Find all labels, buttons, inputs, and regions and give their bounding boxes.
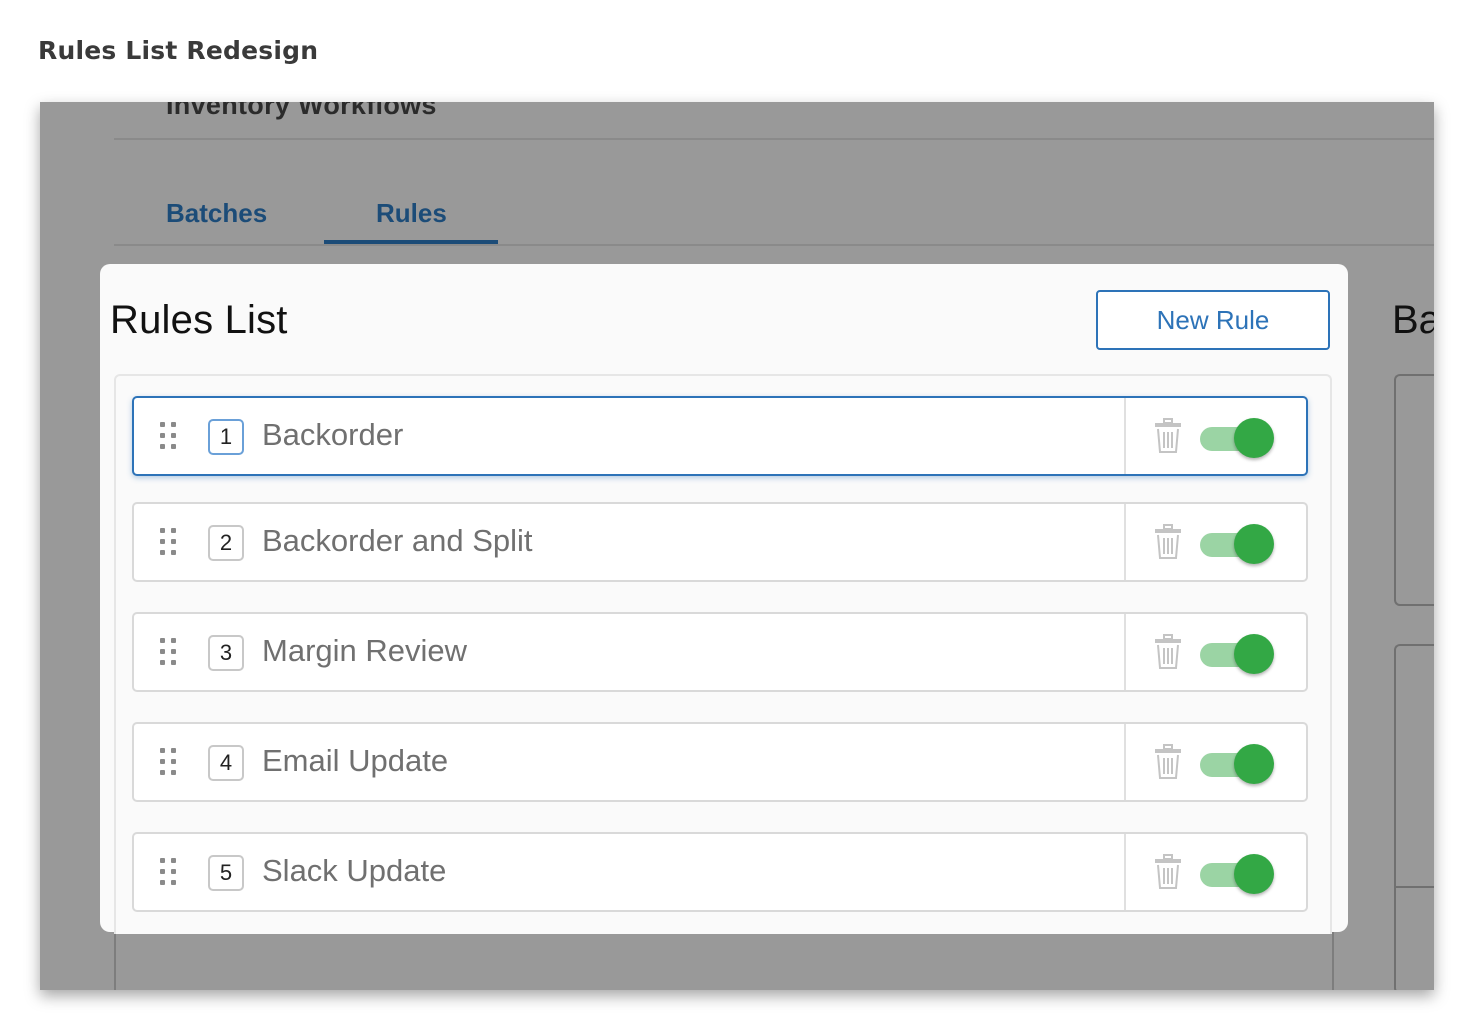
rule-number-badge: 5 — [208, 855, 244, 891]
trash-icon[interactable] — [1154, 854, 1182, 890]
drag-handle-icon[interactable] — [160, 528, 182, 558]
rule-number-badge: 3 — [208, 635, 244, 671]
rules-list-panel: Rules List New Rule 1 Backorder 2 Backor… — [100, 264, 1348, 934]
rule-row[interactable]: 3 Margin Review — [132, 612, 1308, 692]
toggle-knob — [1234, 634, 1274, 674]
rule-number-badge: 2 — [208, 525, 244, 561]
rule-enabled-toggle[interactable] — [1198, 742, 1276, 784]
right-panel-divider — [1396, 886, 1434, 888]
right-panel-card — [1394, 644, 1434, 990]
underlay-border — [1332, 930, 1334, 990]
rule-number-badge: 1 — [208, 419, 244, 455]
app-title: Inventory Workflows — [166, 102, 437, 120]
toggle-knob — [1234, 744, 1274, 784]
rule-name[interactable]: Email Update — [262, 743, 448, 779]
row-divider — [1124, 504, 1126, 580]
rule-name[interactable]: Slack Update — [262, 853, 446, 889]
row-divider — [1124, 614, 1126, 690]
trash-icon[interactable] — [1154, 634, 1182, 670]
rule-enabled-toggle[interactable] — [1198, 852, 1276, 894]
row-divider — [1124, 398, 1126, 474]
drag-handle-icon[interactable] — [160, 422, 182, 452]
toggle-knob — [1234, 418, 1274, 458]
drag-handle-icon[interactable] — [160, 748, 182, 778]
rule-name[interactable]: Backorder — [262, 417, 403, 453]
rule-row[interactable]: 1 Backorder — [132, 396, 1308, 476]
tab-rules[interactable]: Rules — [376, 198, 447, 229]
toggle-knob — [1234, 524, 1274, 564]
rule-row[interactable]: 4 Email Update — [132, 722, 1308, 802]
rule-row[interactable]: 5 Slack Update — [132, 832, 1308, 912]
drag-handle-icon[interactable] — [160, 858, 182, 888]
right-panel-card — [1394, 374, 1434, 606]
rule-enabled-toggle[interactable] — [1198, 416, 1276, 458]
rule-row[interactable]: 2 Backorder and Split — [132, 502, 1308, 582]
row-divider — [1124, 724, 1126, 800]
tab-batches[interactable]: Batches — [166, 198, 267, 229]
row-divider — [1124, 834, 1126, 910]
drag-handle-icon[interactable] — [160, 638, 182, 668]
underlay-border — [114, 930, 116, 990]
rules-list-title: Rules List — [110, 298, 288, 342]
trash-icon[interactable] — [1154, 744, 1182, 780]
rule-name[interactable]: Backorder and Split — [262, 523, 533, 559]
trash-icon[interactable] — [1154, 418, 1182, 454]
new-rule-button[interactable]: New Rule — [1096, 290, 1330, 350]
right-panel-title: Ba — [1392, 298, 1434, 342]
tabs-divider — [114, 244, 1434, 246]
rule-enabled-toggle[interactable] — [1198, 632, 1276, 674]
rule-number-badge: 4 — [208, 745, 244, 781]
toggle-knob — [1234, 854, 1274, 894]
rules-list: 1 Backorder 2 Backorder and Split 3 Marg… — [114, 374, 1332, 934]
rule-enabled-toggle[interactable] — [1198, 522, 1276, 564]
document-title: Rules List Redesign — [38, 36, 319, 65]
trash-icon[interactable] — [1154, 524, 1182, 560]
header-divider — [114, 138, 1434, 140]
rule-name[interactable]: Margin Review — [262, 633, 467, 669]
